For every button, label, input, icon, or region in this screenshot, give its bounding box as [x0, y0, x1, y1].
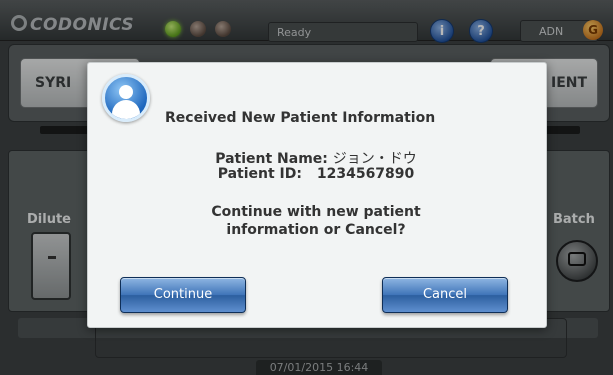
patient-avatar-icon [102, 74, 150, 122]
continue-button[interactable]: Continue [120, 277, 246, 313]
patient-name-row: Patient Name: ジョン・ドウ [87, 148, 545, 168]
dialog-title: Received New Patient Information [165, 110, 436, 126]
patient-name-value: ジョン・ドウ [332, 151, 417, 167]
patient-name-label: Patient Name: [215, 151, 328, 167]
dialog-prompt-line1: Continue with new patient [211, 204, 421, 220]
dialog-prompt-line2: information or Cancel? [226, 222, 406, 238]
avatar-head [119, 85, 133, 99]
patient-id-value: 1234567890 [316, 166, 415, 182]
patient-id-row: Patient ID: 1234567890 [87, 166, 545, 182]
avatar-body [112, 100, 140, 119]
cancel-button[interactable]: Cancel [382, 277, 508, 313]
patient-id-label: Patient ID: [217, 166, 302, 182]
